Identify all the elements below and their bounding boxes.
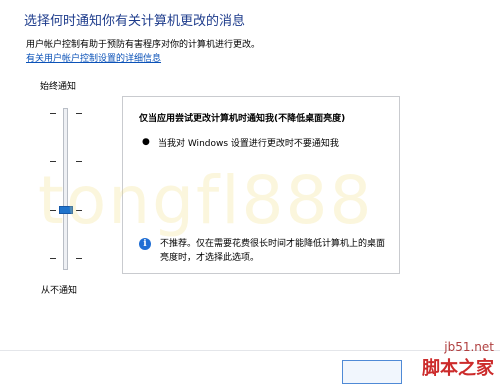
site-logo-domain: jb51.net	[444, 340, 494, 354]
slider-top-label: 始终通知	[40, 82, 77, 92]
setting-heading: 仅当应用尝试更改计算机时通知我(不降低桌面亮度)	[139, 114, 346, 124]
setting-note: 不推荐。仅在需要花费很长时间才能降低计算机上的桌面亮度时，才选择此选项。	[160, 239, 386, 263]
slider-tick	[50, 161, 56, 162]
slider-bottom-label: 从不通知	[41, 286, 78, 296]
info-icon: i	[139, 238, 151, 250]
ok-button[interactable]	[342, 360, 402, 384]
site-logo-name: 脚本之家	[422, 358, 494, 379]
page-title: 选择何时通知你有关计算机更改的消息	[24, 14, 246, 29]
slider-tick	[76, 113, 82, 114]
slider-track[interactable]	[63, 108, 68, 270]
setting-bullet-text: 当我对 Windows 设置进行更改时不要通知我	[158, 139, 339, 149]
bullet-icon: ●	[142, 137, 150, 147]
slider-tick	[50, 113, 56, 114]
slider-tick	[50, 210, 56, 211]
site-logo: jb51.net 脚本之家	[422, 340, 494, 380]
description-text: 用户帐户控制有助于预防有害程序对你的计算机进行更改。	[26, 40, 261, 50]
slider-tick	[76, 161, 82, 162]
uac-details-link[interactable]: 有关用户帐户控制设置的详细信息	[26, 51, 161, 64]
slider-tick	[50, 258, 56, 259]
slider-tick	[76, 210, 82, 211]
slider-tick	[76, 258, 82, 259]
slider-thumb[interactable]	[59, 206, 73, 214]
setting-description-box: 仅当应用尝试更改计算机时通知我(不降低桌面亮度) ● 当我对 Windows 设…	[122, 96, 400, 274]
